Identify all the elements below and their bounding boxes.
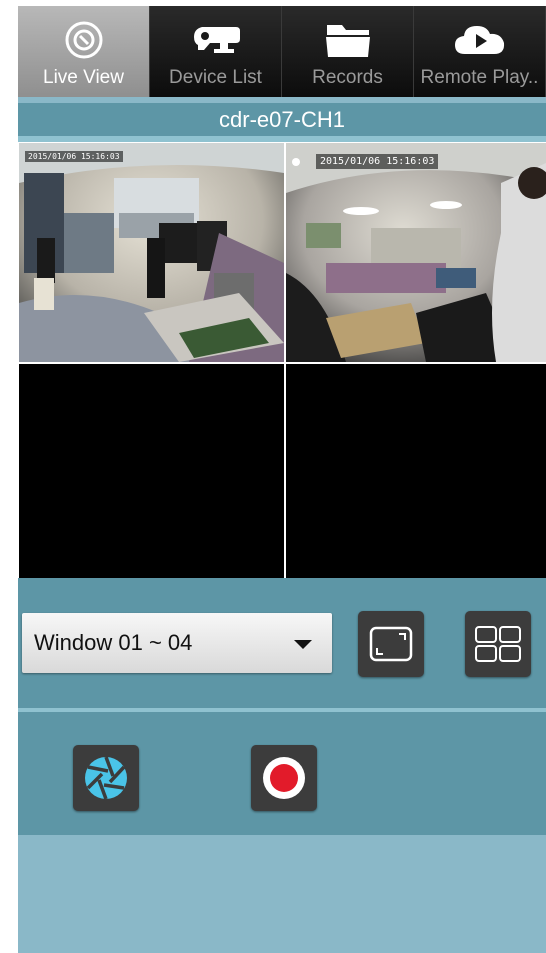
camera-feed-image [286,143,546,362]
tab-records[interactable]: Records [282,6,414,97]
camera-icon [150,20,281,60]
tab-bar: Live View Device List Records Remote Pla… [18,6,546,97]
camera-status-dot [292,158,300,166]
window-select[interactable]: Window 01 ~ 04 [22,613,332,673]
tab-label: Remote Play.. [420,67,539,88]
tab-remote-playback[interactable]: Remote Play.. [414,6,546,97]
window-select-value: Window 01 ~ 04 [34,630,193,655]
video-grid: 2015/01/06 15:16:03 2015/01/06 15:16:03 [18,142,546,578]
record-icon [263,757,305,799]
tab-label: Records [312,67,383,88]
shutter-icon [85,756,127,800]
record-button[interactable] [251,745,317,811]
fullscreen-button[interactable] [358,611,424,677]
fullscreen-icon [369,626,413,662]
action-controls [18,712,546,835]
video-cell-3[interactable] [19,364,284,578]
snapshot-button[interactable] [73,745,139,811]
folder-icon [282,20,413,60]
quad-layout-icon [475,626,521,662]
camera-timestamp: 2015/01/06 15:16:03 [25,151,123,162]
quad-layout-button[interactable] [465,611,531,677]
tab-live-view[interactable]: Live View [18,6,150,97]
tab-device-list[interactable]: Device List [150,6,282,97]
dropdown-arrow-icon [294,640,312,649]
video-cell-1[interactable]: 2015/01/06 15:16:03 [19,143,284,362]
video-cell-2[interactable]: 2015/01/06 15:16:03 [286,143,546,362]
tab-label: Device List [169,67,262,88]
app-root: Live View Device List Records Remote Pla… [18,6,546,953]
bottom-panel [18,835,546,953]
camera-feed-image [19,143,284,362]
channel-title: cdr-e07-CH1 [18,103,546,136]
camera-timestamp: 2015/01/06 15:16:03 [316,154,439,169]
video-cell-4[interactable] [286,364,546,578]
tab-label: Live View [43,67,124,88]
live-view-icon [18,20,149,60]
cloud-play-icon [414,20,545,60]
layout-controls: Window 01 ~ 04 [18,578,546,708]
